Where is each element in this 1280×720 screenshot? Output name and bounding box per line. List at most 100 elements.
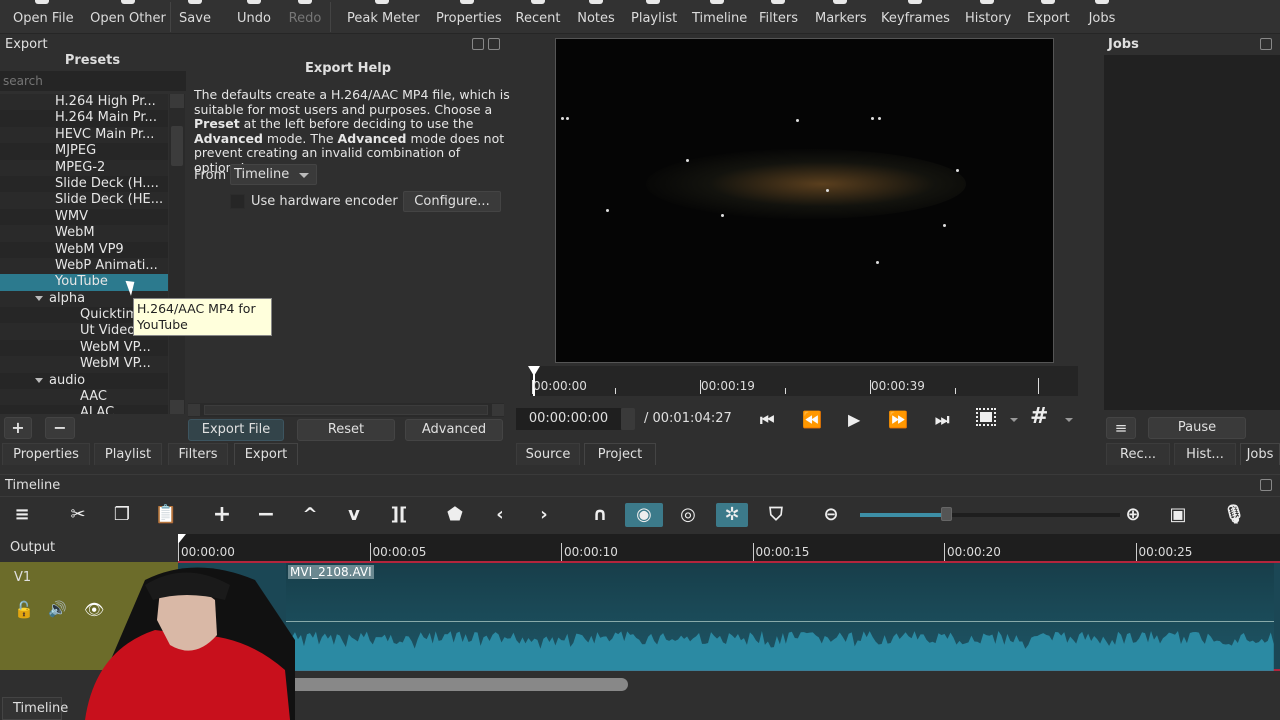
- previous-marker-icon[interactable]: ‹: [487, 503, 513, 527]
- scrub-icon[interactable]: ◉: [625, 503, 663, 527]
- timecode-field[interactable]: 00:00:00:00: [516, 408, 621, 430]
- rewind-icon[interactable]: ⏪: [802, 410, 822, 429]
- toolbar-properties-button[interactable]: Properties: [436, 0, 502, 34]
- grid-dropdown-icon[interactable]: [1065, 418, 1073, 422]
- scroll-up-icon[interactable]: [170, 94, 184, 108]
- configure-button[interactable]: Configure...: [403, 191, 501, 212]
- close-icon[interactable]: [488, 38, 500, 50]
- preset-item[interactable]: Slide Deck (HE...: [0, 192, 168, 208]
- zoom-timeline-fit-icon[interactable]: ▣: [1165, 503, 1191, 527]
- toolbar-undo-button[interactable]: Undo: [237, 0, 271, 34]
- timeline-zoom-slider[interactable]: [860, 507, 1120, 521]
- advanced-button[interactable]: Advanced: [405, 419, 503, 441]
- expand-arrow-icon[interactable]: [35, 295, 43, 301]
- zoom-in-icon[interactable]: ⊕: [1120, 503, 1146, 527]
- paste-icon[interactable]: 📋: [153, 503, 179, 527]
- tab-export[interactable]: Export: [234, 443, 298, 465]
- overwrite-icon[interactable]: v: [341, 503, 367, 527]
- toolbar-peak-meter-button[interactable]: Peak Meter: [347, 0, 420, 34]
- tab-jobs[interactable]: Jobs: [1240, 443, 1280, 465]
- scroll-track[interactable]: [204, 405, 488, 415]
- play-icon[interactable]: ▶: [848, 410, 860, 429]
- tab-rec[interactable]: Rec...: [1106, 443, 1170, 465]
- jobs-menu-button[interactable]: ≡: [1106, 417, 1136, 439]
- toolbar-save-button[interactable]: Save: [179, 0, 211, 34]
- pause-button[interactable]: Pause: [1148, 417, 1246, 439]
- zoom-slider-handle[interactable]: [940, 507, 952, 521]
- toolbar-filters-button[interactable]: Filters: [759, 0, 798, 34]
- reset-button[interactable]: Reset: [297, 419, 395, 441]
- marker-icon[interactable]: ⬟: [442, 503, 468, 527]
- preset-item[interactable]: WMV: [0, 208, 168, 226]
- snap-icon[interactable]: ∩: [587, 503, 613, 527]
- preset-item[interactable]: MJPEG: [0, 143, 168, 160]
- preset-item[interactable]: WebM VP9: [0, 241, 168, 258]
- timeline-ruler[interactable]: 00:00:00 00:00:05 00:00:10 00:00:15 00:00:20…: [178, 534, 1280, 561]
- float-icon[interactable]: [1260, 38, 1272, 50]
- preset-group[interactable]: audio: [0, 372, 168, 390]
- toolbar-open-other-button[interactable]: Open Other: [88, 0, 168, 34]
- player-ruler[interactable]: 00:00:00 00:00:19 00:00:39: [528, 366, 1078, 396]
- toolbar-jobs-button[interactable]: Jobs: [1087, 0, 1117, 34]
- preset-item[interactable]: YouTube: [0, 274, 168, 291]
- toolbar-open-file-button[interactable]: Open File: [13, 0, 74, 34]
- remove-icon[interactable]: −: [253, 503, 279, 527]
- record-audio-icon[interactable]: 🎙: [1221, 503, 1247, 527]
- timeline-menu-icon[interactable]: ≡: [9, 503, 35, 527]
- preset-item[interactable]: ALAC: [0, 405, 168, 414]
- preset-item[interactable]: WebM VP...: [0, 356, 168, 372]
- ripple-markers-icon[interactable]: ⛉: [763, 503, 789, 527]
- jobs-list[interactable]: [1104, 55, 1280, 410]
- preset-item[interactable]: WebP Animati...: [0, 258, 168, 274]
- help-horizontal-scrollbar[interactable]: [188, 403, 504, 417]
- split-icon[interactable]: ][: [386, 503, 412, 527]
- timecode-spinner[interactable]: [621, 408, 635, 430]
- expand-arrow-icon[interactable]: [35, 377, 43, 383]
- presets-scrollbar[interactable]: [169, 94, 185, 414]
- scroll-down-icon[interactable]: [170, 400, 184, 414]
- tab-playlist[interactable]: Playlist: [94, 443, 162, 465]
- toolbar-redo-button[interactable]: Redo: [288, 0, 322, 34]
- video-preview[interactable]: [555, 38, 1054, 363]
- timeline-clip[interactable]: MVI_2108.AVI: [286, 563, 1274, 671]
- preset-item[interactable]: WebM VP...: [0, 339, 168, 357]
- tab-hist[interactable]: Hist...: [1174, 443, 1236, 465]
- timeline-horizontal-scrollbar[interactable]: [288, 678, 628, 691]
- tab-properties[interactable]: Properties: [2, 443, 90, 465]
- scroll-left-icon[interactable]: [188, 404, 200, 416]
- preset-item[interactable]: MPEG-2: [0, 160, 168, 176]
- scroll-right-icon[interactable]: [492, 404, 504, 416]
- toolbar-timeline-button[interactable]: Timeline: [692, 0, 747, 34]
- scroll-thumb[interactable]: [171, 126, 183, 166]
- float-icon[interactable]: [1260, 479, 1272, 491]
- hardware-encoder-checkbox[interactable]: [230, 194, 245, 209]
- tab-project[interactable]: Project: [584, 443, 656, 465]
- copy-icon[interactable]: ❐: [109, 503, 135, 527]
- zoom-dropdown-icon[interactable]: [1010, 418, 1018, 422]
- zoom-fit-icon[interactable]: [976, 408, 996, 426]
- lock-icon[interactable]: 🔓: [14, 600, 34, 619]
- skip-to-end-icon[interactable]: ⏭: [935, 410, 949, 430]
- ripple-all-icon[interactable]: ✲: [716, 503, 748, 527]
- preset-item[interactable]: H.264 Main Pr...: [0, 110, 168, 127]
- export-file-button[interactable]: Export File: [188, 419, 284, 441]
- add-preset-button[interactable]: +: [4, 417, 32, 439]
- toolbar-recent-button[interactable]: Recent: [515, 0, 561, 34]
- toolbar-history-button[interactable]: History: [965, 0, 1011, 34]
- from-select[interactable]: Timeline: [230, 164, 317, 185]
- timeline-playhead-icon[interactable]: [178, 534, 186, 544]
- next-marker-icon[interactable]: ›: [531, 503, 557, 527]
- float-icon[interactable]: [472, 38, 484, 50]
- append-icon[interactable]: +: [209, 503, 235, 527]
- toolbar-notes-button[interactable]: Notes: [577, 0, 615, 34]
- cut-icon[interactable]: ✂: [65, 503, 91, 527]
- preset-item[interactable]: WebM: [0, 225, 168, 241]
- preset-search-input[interactable]: [0, 71, 186, 91]
- lift-icon[interactable]: ^: [297, 503, 323, 527]
- tab-filters[interactable]: Filters: [168, 443, 228, 465]
- fast-forward-icon[interactable]: ⏩: [888, 410, 908, 429]
- toolbar-playlist-button[interactable]: Playlist: [631, 0, 677, 34]
- preset-item[interactable]: HEVC Main Pr...: [0, 127, 168, 143]
- toolbar-markers-button[interactable]: Markers: [815, 0, 867, 34]
- toolbar-keyframes-button[interactable]: Keyframes: [881, 0, 950, 34]
